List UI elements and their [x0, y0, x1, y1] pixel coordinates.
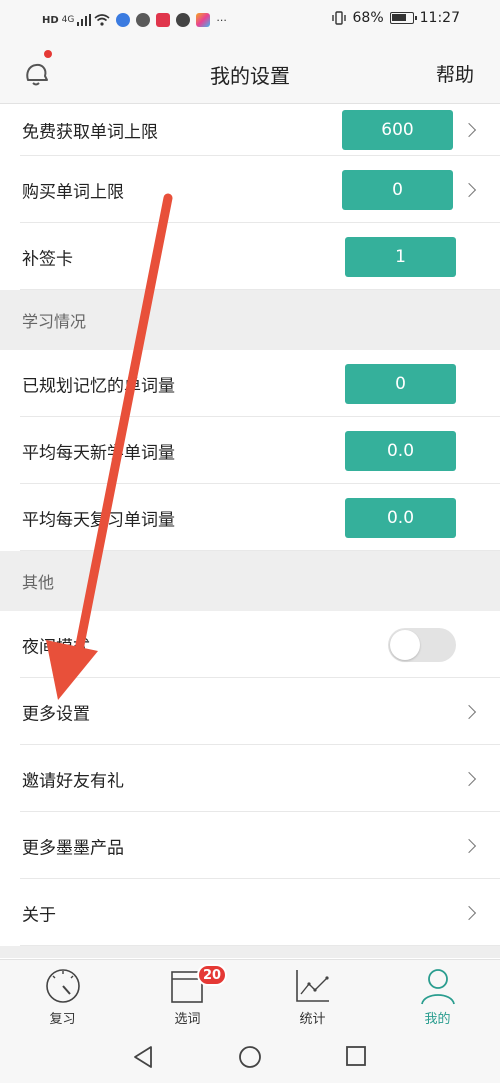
free-word-limit-row[interactable]: 免费获取单词上限 600	[0, 104, 500, 156]
tab-label: 统计	[299, 1012, 326, 1027]
avg-review-words-row: 平均每天复习单词量 0.0	[0, 484, 500, 551]
notification-dot	[44, 50, 52, 58]
section-header-other: 其他	[0, 551, 500, 611]
invite-friends-row[interactable]: 邀请好友有礼	[0, 745, 500, 812]
avg-new-words-row: 平均每天新学单词量 0.0	[0, 417, 500, 484]
signal-bars-icon	[77, 14, 92, 26]
app-notification-icon	[116, 13, 131, 27]
app-notification-icon	[156, 13, 171, 27]
row-label: 免费获取单词上限	[22, 122, 158, 143]
tab-review[interactable]: 复习	[0, 960, 125, 1032]
chevron-right-icon	[461, 122, 477, 138]
makeup-card-row: 补签卡 1	[0, 223, 500, 290]
list-end-spacer	[0, 946, 500, 958]
tab-mine[interactable]: 我的	[375, 960, 500, 1032]
new-words-badge: 20	[197, 964, 227, 986]
battery-percent: 68%	[352, 10, 384, 26]
page-title: 我的设置	[210, 64, 290, 88]
settings-list: 免费获取单词上限 600 购买单词上限 0 补签卡 1 学习情况 已规划记忆的单…	[0, 104, 500, 958]
row-label: 补签卡	[22, 249, 73, 269]
more-notifications: ···	[216, 13, 227, 27]
value-button[interactable]: 0	[342, 169, 453, 210]
chevron-right-icon	[461, 182, 477, 197]
system-nav-bar	[0, 1031, 500, 1083]
vibrate-icon	[331, 11, 346, 25]
purchased-word-limit-row[interactable]: 购买单词上限 0	[0, 156, 500, 223]
home-icon[interactable]	[238, 1045, 262, 1069]
section-label: 其他	[22, 573, 55, 592]
planned-words-row: 已规划记忆的单词量 0	[0, 350, 500, 417]
app-notification-icon	[136, 13, 151, 27]
row-label: 平均每天新学单词量	[22, 443, 175, 463]
value-button[interactable]: 600	[342, 110, 453, 150]
wifi-icon	[94, 14, 110, 26]
section-label: 学习情况	[22, 312, 87, 331]
recents-icon[interactable]	[345, 1045, 367, 1067]
tab-label: 我的	[424, 1012, 451, 1027]
bottom-tab-bar: 复习 20 选词 统计 我的	[0, 959, 500, 1031]
tab-label: 复习	[49, 1012, 76, 1027]
tab-label: 选词	[174, 1012, 201, 1027]
value-button[interactable]: 0	[345, 363, 456, 404]
chart-icon	[296, 970, 329, 1002]
about-row[interactable]: 关于	[0, 879, 500, 946]
chat-icon	[176, 13, 191, 27]
row-label: 购买单词上限	[22, 182, 124, 202]
row-label: 夜间模式	[22, 637, 90, 657]
chevron-right-icon	[461, 771, 477, 786]
value-button[interactable]: 1	[345, 236, 456, 277]
row-label: 邀请好友有礼	[22, 771, 124, 791]
app-notification-icon	[196, 13, 211, 27]
row-label: 已规划记忆的单词量	[22, 376, 175, 396]
status-bar: HD 4G ··· 68% 11:27	[0, 0, 500, 40]
chevron-right-icon	[461, 704, 477, 719]
battery-icon	[389, 12, 417, 24]
status-icons-left: HD 4G ···	[42, 11, 227, 29]
row-label: 更多设置	[22, 704, 90, 724]
signal-type: 4G	[61, 15, 75, 25]
help-button[interactable]: 帮助	[436, 60, 474, 87]
status-icons-right: 68% 11:27	[331, 10, 460, 26]
row-label: 平均每天复习单词量	[22, 510, 175, 530]
tab-statistics[interactable]: 统计	[250, 960, 375, 1032]
app-header: 我的设置 帮助	[0, 40, 500, 104]
value-button[interactable]: 0.0	[345, 497, 456, 538]
back-icon[interactable]	[132, 1045, 154, 1069]
tab-select-words[interactable]: 20 选词	[125, 960, 250, 1032]
review-dial-icon	[46, 969, 80, 1003]
more-products-row[interactable]: 更多墨墨产品	[0, 812, 500, 879]
section-header-study: 学习情况	[0, 290, 500, 350]
night-mode-row: 夜间模式	[0, 611, 500, 678]
chevron-right-icon	[461, 838, 477, 853]
clock: 11:27	[419, 10, 460, 26]
network-type: HD	[42, 14, 59, 26]
chevron-right-icon	[461, 905, 477, 920]
row-label: 更多墨墨产品	[22, 838, 124, 858]
person-icon	[421, 969, 455, 1005]
more-settings-row[interactable]: 更多设置	[0, 678, 500, 745]
value-button[interactable]: 0.0	[345, 430, 456, 471]
row-label: 关于	[22, 905, 56, 925]
night-mode-toggle[interactable]	[388, 627, 456, 662]
